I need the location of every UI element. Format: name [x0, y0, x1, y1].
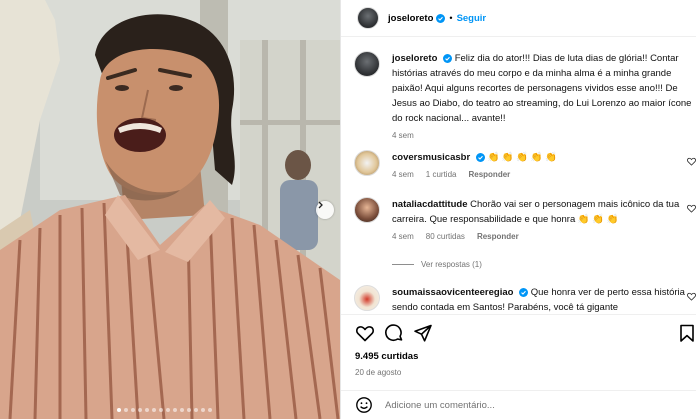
comment-likes[interactable]: 1 curtida [426, 170, 457, 179]
view-replies-button[interactable]: Ver respostas (1) [392, 260, 482, 269]
post-panel: joseloreto • Seguir joseloreto Feliz dia… [340, 0, 696, 419]
carousel-dot[interactable] [138, 408, 142, 412]
comment-body: 👏 👏 👏 👏 👏 [487, 152, 558, 163]
comment-username[interactable]: coversmusicasbr [392, 152, 470, 163]
view-replies-label: Ver respostas (1) [421, 260, 482, 269]
comment-text: soumaissaovicenteeregiao Que honra ver d… [392, 285, 694, 314]
caption-username[interactable]: joseloreto [392, 53, 437, 64]
comment-meta: 4 sem 80 curtidas Responder [392, 232, 694, 241]
comment-meta: 4 sem 1 curtida Responder [392, 170, 694, 179]
like-comment-icon[interactable] [687, 157, 696, 166]
carousel-dot[interactable] [145, 408, 149, 412]
comment-text: nataliacdattitude Chorão vai ser o perso… [392, 197, 694, 227]
avatar[interactable] [354, 285, 380, 311]
carousel-next-button[interactable] [316, 201, 334, 219]
add-comment-bar [341, 390, 696, 419]
comment-input[interactable] [385, 399, 685, 411]
carousel-dot[interactable] [166, 408, 170, 412]
caption-text: joseloreto Feliz dia do ator!!! Dias de … [392, 51, 694, 126]
separator-dot: • [449, 13, 453, 23]
comment-time[interactable]: 4 sem [392, 170, 414, 179]
comment-time[interactable]: 4 sem [392, 232, 414, 241]
comment-icon[interactable] [384, 323, 404, 343]
avatar[interactable] [354, 150, 380, 176]
carousel-dot[interactable] [159, 408, 163, 412]
post-actions [341, 314, 696, 348]
author-username[interactable]: joseloreto [388, 13, 433, 24]
post-photo [0, 0, 340, 419]
carousel-dot[interactable] [180, 408, 184, 412]
carousel-dot[interactable] [117, 408, 121, 412]
comment-likes[interactable]: 80 curtidas [426, 232, 465, 241]
post-media[interactable] [0, 0, 340, 419]
like-count[interactable]: 9.495 curtidas [355, 351, 418, 362]
carousel-dots [117, 408, 212, 412]
reply-button[interactable]: Responder [477, 232, 519, 241]
carousel-dot[interactable] [173, 408, 177, 412]
chevron-right-icon [318, 201, 323, 209]
carousel-dot[interactable] [124, 408, 128, 412]
verified-badge-icon [475, 152, 485, 162]
like-comment-icon[interactable] [687, 204, 696, 213]
avatar[interactable] [354, 51, 380, 77]
post-header: joseloreto • Seguir [341, 0, 696, 37]
follow-button[interactable]: Seguir [457, 13, 487, 24]
save-icon[interactable] [677, 323, 696, 343]
comment-username[interactable]: nataliacdattitude [392, 199, 468, 210]
carousel-dot[interactable] [152, 408, 156, 412]
like-icon[interactable] [355, 323, 375, 343]
carousel-dot[interactable] [131, 408, 135, 412]
carousel-dot[interactable] [201, 408, 205, 412]
carousel-dot[interactable] [187, 408, 191, 412]
share-icon[interactable] [413, 323, 433, 343]
caption-meta: 4 sem [392, 131, 694, 140]
verified-badge-icon [443, 53, 453, 63]
comment-username[interactable]: soumaissaovicenteeregiao [392, 287, 513, 298]
post-date[interactable]: 20 de agosto [355, 368, 401, 377]
like-comment-icon[interactable] [687, 292, 696, 301]
caption-time[interactable]: 4 sem [392, 131, 414, 140]
comment-list[interactable]: joseloreto Feliz dia do ator!!! Dias de … [341, 37, 696, 314]
emoji-icon[interactable] [355, 396, 373, 414]
reply-button[interactable]: Responder [468, 170, 510, 179]
comment-text: coversmusicasbr 👏 👏 👏 👏 👏 [392, 150, 694, 165]
avatar[interactable] [354, 197, 380, 223]
carousel-dot[interactable] [208, 408, 212, 412]
avatar[interactable] [357, 7, 379, 29]
caption-body: Feliz dia do ator!!! Dias de luta dias d… [392, 53, 692, 124]
replies-divider [392, 264, 414, 265]
carousel-dot[interactable] [194, 408, 198, 412]
verified-badge-icon [436, 13, 446, 23]
verified-badge-icon [519, 287, 529, 297]
